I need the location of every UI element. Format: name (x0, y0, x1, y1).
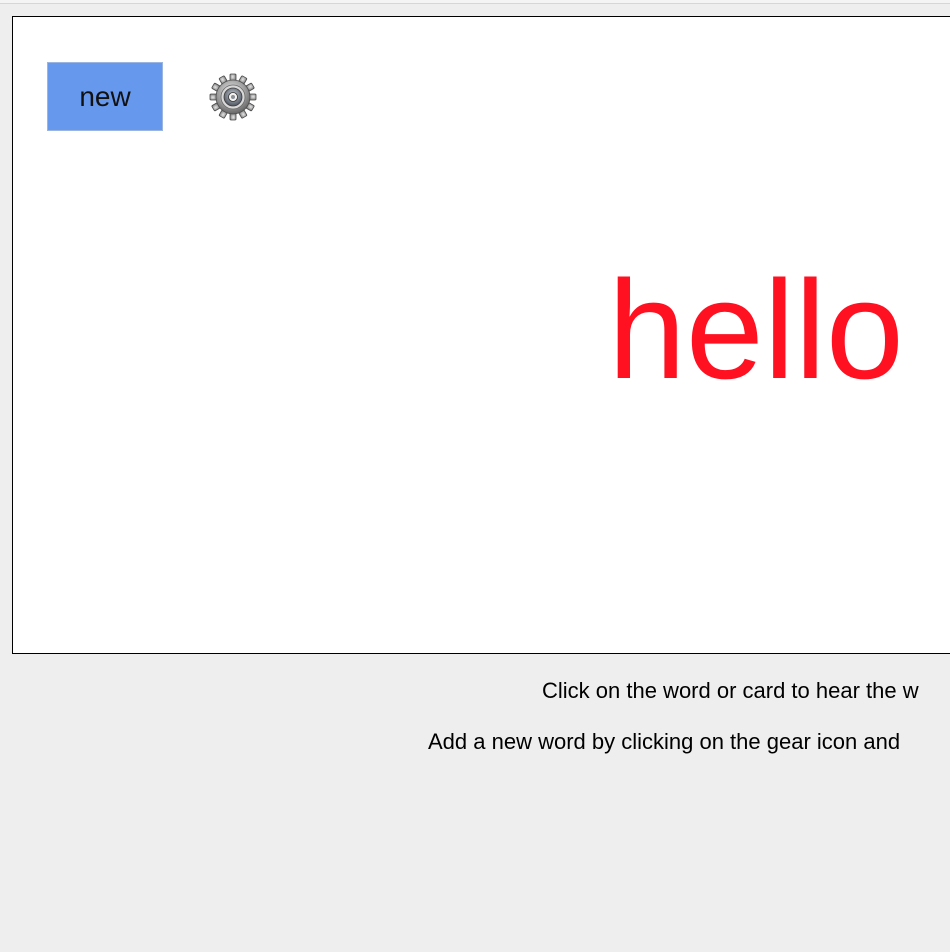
flash-card[interactable]: new hello (12, 16, 950, 654)
gear-icon[interactable] (209, 73, 257, 121)
flash-card-word[interactable]: hello (608, 245, 904, 415)
window-top-edge (0, 0, 950, 4)
instruction-hear-word: Click on the word or card to hear the w (542, 678, 919, 703)
instruction-add-word: Add a new word by clicking on the gear i… (428, 729, 901, 754)
new-button[interactable]: new (47, 62, 163, 131)
